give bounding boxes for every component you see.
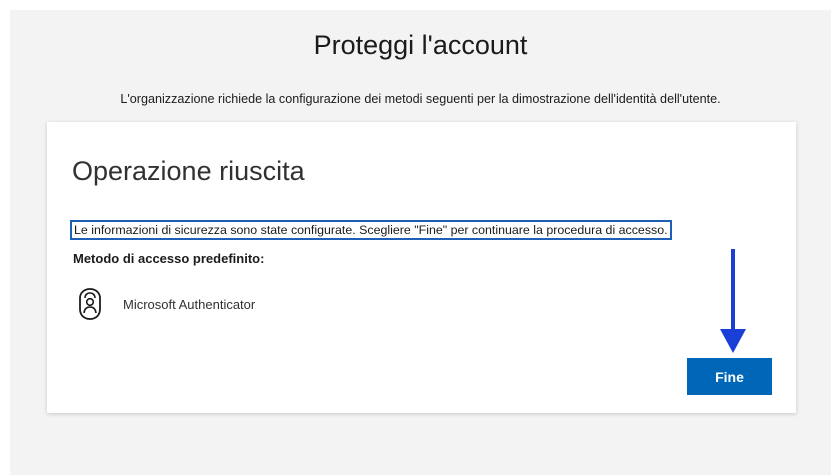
authenticator-icon — [79, 288, 101, 320]
success-card: Operazione riuscita Le informazioni di s… — [47, 122, 796, 413]
default-method-label: Metodo di accesso predefinito: — [73, 251, 265, 266]
page-title: Proteggi l'account — [313, 30, 528, 60]
security-info-message: Le informazioni di sicurezza sono state … — [70, 220, 672, 240]
method-name: Microsoft Authenticator — [123, 296, 256, 312]
done-button[interactable]: Fine — [687, 358, 772, 395]
page-background: Proteggi l'account L'organizzazione rich… — [10, 10, 831, 475]
page-subtitle: L'organizzazione richiede la configurazi… — [120, 92, 721, 106]
default-method-row: Microsoft Authenticator — [77, 287, 255, 321]
arrow-down-icon — [720, 249, 746, 353]
card-title: Operazione riuscita — [72, 156, 305, 186]
